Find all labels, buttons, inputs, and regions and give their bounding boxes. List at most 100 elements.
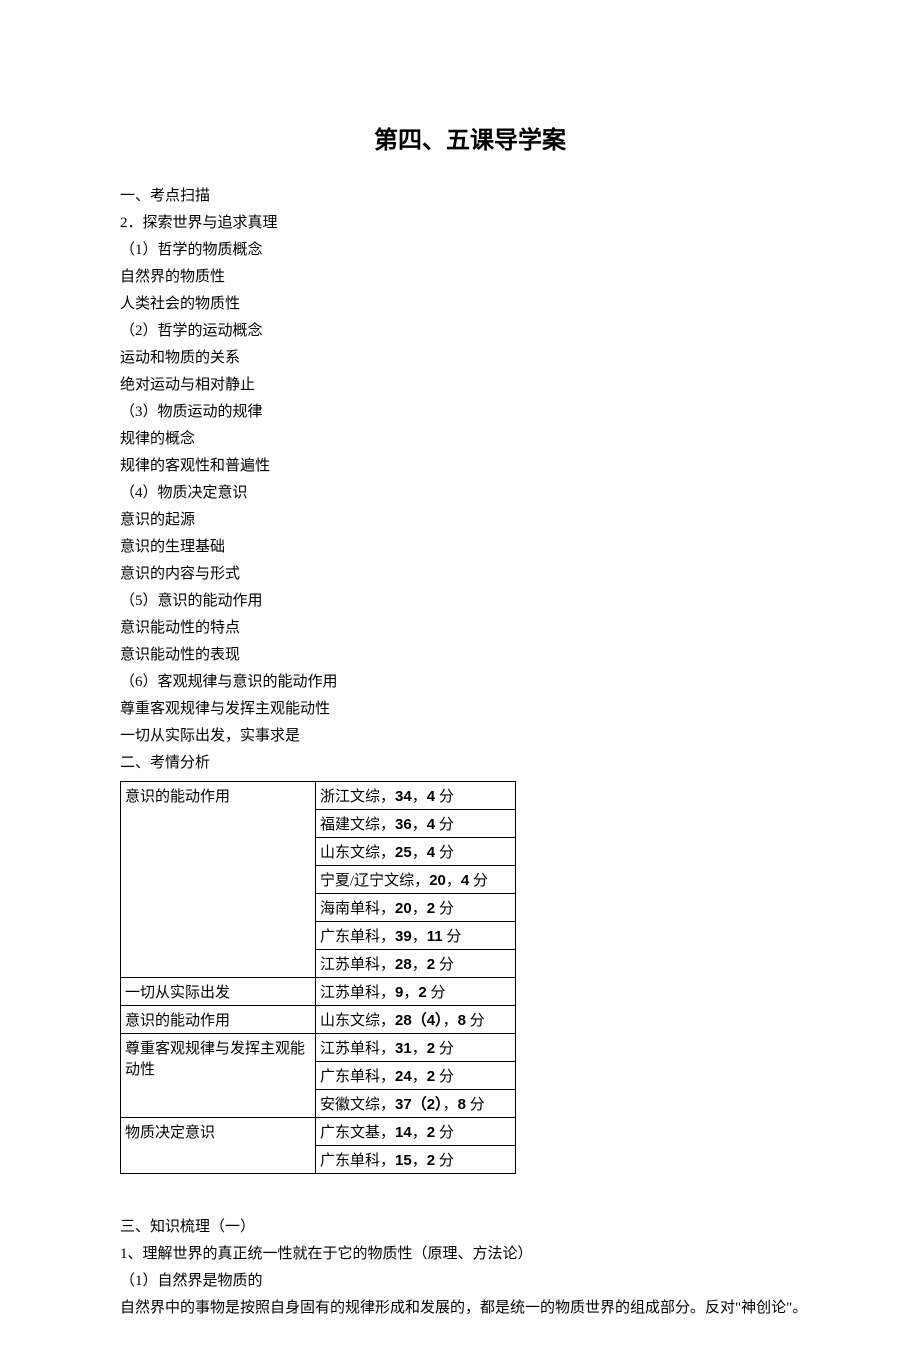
region-text: 江苏单科	[320, 1041, 380, 1057]
region-text: 广东文基	[320, 1125, 380, 1141]
question-number: 24	[395, 1068, 412, 1085]
table-row: 尊重客观规律与发挥主观能动性江苏单科，31，2 分	[121, 1034, 516, 1062]
table-row: 物质决定意识广东文基，14，2 分	[121, 1118, 516, 1146]
points-number: 2	[427, 1124, 435, 1141]
question-number: 20	[395, 900, 412, 917]
topic-cell: 一切从实际出发	[121, 978, 316, 1006]
page-title: 第四、五课导学案	[120, 120, 820, 155]
region-text: 福建文综	[320, 817, 380, 833]
table-row: 一切从实际出发江苏单科，9，2 分	[121, 978, 516, 1006]
score-cell: 广东单科，39，11 分	[316, 922, 516, 950]
question-number: 20	[429, 872, 446, 889]
region-text: 山东文综	[320, 845, 380, 861]
question-number: 39	[395, 928, 412, 945]
outline-line: 一切从实际出发，实事求是	[120, 723, 820, 750]
points-unit: 分	[435, 1153, 454, 1169]
outline-line: （3）物质运动的规律	[120, 399, 820, 426]
score-cell: 广东文基，14，2 分	[316, 1118, 516, 1146]
score-cell: 宁夏/辽宁文综，20，4 分	[316, 866, 516, 894]
topic-cell: 物质决定意识	[121, 1118, 316, 1174]
points-unit: 分	[443, 929, 462, 945]
region-text: 广东单科	[320, 1069, 380, 1085]
outline-line: 意识能动性的特点	[120, 615, 820, 642]
region-text: 山东文综	[320, 1013, 380, 1029]
outline-line: 自然界的物质性	[120, 264, 820, 291]
points-number: 2	[427, 956, 435, 973]
score-cell: 广东单科，24，2 分	[316, 1062, 516, 1090]
outline-line: 意识能动性的表现	[120, 642, 820, 669]
outline-line: 2．探索世界与追求真理	[120, 210, 820, 237]
region-text: 江苏单科	[320, 985, 380, 1001]
points-unit: 分	[469, 873, 488, 889]
points-number: 8	[458, 1012, 466, 1029]
score-cell: 江苏单科，31，2 分	[316, 1034, 516, 1062]
points-number: 4	[427, 816, 435, 833]
section-1-heading: 一、考点扫描	[120, 183, 820, 210]
score-cell: 山东文综，25，4 分	[316, 838, 516, 866]
question-number: 34	[395, 788, 412, 805]
region-text: 浙江文综	[320, 789, 380, 805]
topic-cell: 尊重客观规律与发挥主观能动性	[121, 1034, 316, 1118]
score-cell: 安徽文综，37（2），8 分	[316, 1090, 516, 1118]
region-text: 海南单科	[320, 901, 380, 917]
question-number: 14	[395, 1124, 412, 1141]
question-number: 28	[395, 956, 412, 973]
points-number: 2	[418, 984, 426, 1001]
points-unit: 分	[466, 1097, 485, 1113]
topic-cell: 意识的能动作用	[121, 782, 316, 978]
section3-line: （1）自然界是物质的	[120, 1268, 820, 1295]
score-cell: 福建文综，36，4 分	[316, 810, 516, 838]
table-row: 意识的能动作用浙江文综，34，4 分	[121, 782, 516, 810]
outline-line: 运动和物质的关系	[120, 345, 820, 372]
points-unit: 分	[435, 1041, 454, 1057]
points-number: 2	[427, 1152, 435, 1169]
question-number: 36	[395, 816, 412, 833]
score-cell: 江苏单科，9，2 分	[316, 978, 516, 1006]
question-number: 25	[395, 844, 412, 861]
section-2-heading: 二、考情分析	[120, 750, 820, 777]
points-number: 4	[427, 844, 435, 861]
points-number: 8	[458, 1096, 466, 1113]
region-text: 江苏单科	[320, 957, 380, 973]
section-3-heading: 三、知识梳理（一）	[120, 1214, 820, 1241]
points-number: 2	[427, 900, 435, 917]
section3-line: 自然界中的事物是按照自身固有的规律形成和发展的，都是统一的物质世界的组成部分。反…	[120, 1295, 820, 1322]
outline-line: （6）客观规律与意识的能动作用	[120, 669, 820, 696]
topic-cell: 意识的能动作用	[121, 1006, 316, 1034]
score-cell: 海南单科，20，2 分	[316, 894, 516, 922]
points-unit: 分	[435, 901, 454, 917]
points-unit: 分	[435, 1125, 454, 1141]
region-text: 广东单科	[320, 1153, 380, 1169]
points-number: 2	[427, 1040, 435, 1057]
outline-line: （1）哲学的物质概念	[120, 237, 820, 264]
points-unit: 分	[435, 789, 454, 805]
score-cell: 山东文综，28（4），8 分	[316, 1006, 516, 1034]
points-unit: 分	[435, 845, 454, 861]
outline-line: 意识的内容与形式	[120, 561, 820, 588]
outline-line: 规律的概念	[120, 426, 820, 453]
points-unit: 分	[435, 817, 454, 833]
score-cell: 浙江文综，34，4 分	[316, 782, 516, 810]
question-number: 37（2）	[395, 1096, 443, 1113]
outline-line: 规律的客观性和普遍性	[120, 453, 820, 480]
question-number: 28（4）	[395, 1012, 443, 1029]
score-cell: 江苏单科，28，2 分	[316, 950, 516, 978]
points-number: 2	[427, 1068, 435, 1085]
points-number: 11	[427, 928, 443, 945]
outline-line: 绝对运动与相对静止	[120, 372, 820, 399]
outline-line: 意识的起源	[120, 507, 820, 534]
question-number: 9	[395, 984, 403, 1001]
outline-line: （2）哲学的运动概念	[120, 318, 820, 345]
outline-line: 人类社会的物质性	[120, 291, 820, 318]
outline-line: 意识的生理基础	[120, 534, 820, 561]
points-number: 4	[427, 788, 435, 805]
region-text: 宁夏/辽宁文综	[320, 873, 414, 889]
points-unit: 分	[466, 1013, 485, 1029]
outline-line: （5）意识的能动作用	[120, 588, 820, 615]
points-unit: 分	[427, 985, 446, 1001]
score-cell: 广东单科，15，2 分	[316, 1146, 516, 1174]
points-unit: 分	[435, 957, 454, 973]
exam-table: 意识的能动作用浙江文综，34，4 分福建文综，36，4 分山东文综，25，4 分…	[120, 781, 516, 1174]
question-number: 15	[395, 1152, 412, 1169]
region-text: 安徽文综	[320, 1097, 380, 1113]
